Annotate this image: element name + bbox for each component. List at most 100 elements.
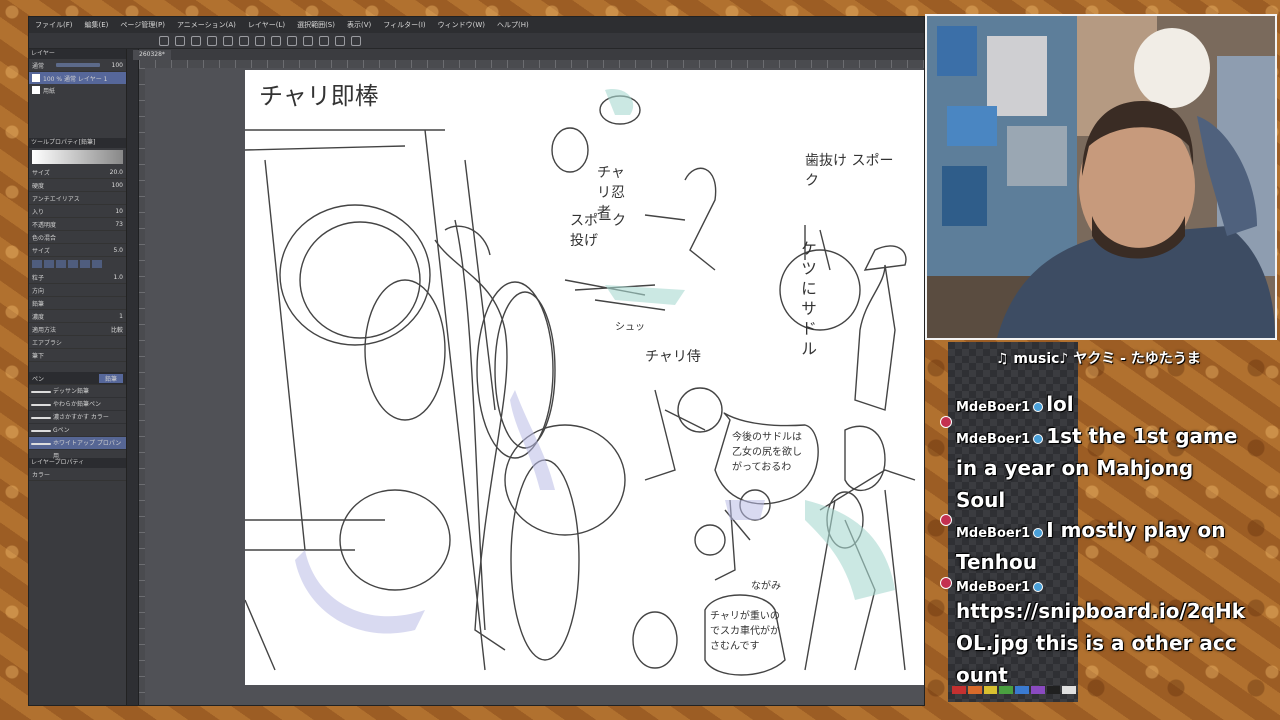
figure-body <box>434 239 508 651</box>
menu-help[interactable]: ヘルプ(H) <box>497 20 529 30</box>
fill-icon[interactable] <box>255 35 265 46</box>
invert-selection-icon[interactable] <box>319 35 329 46</box>
menu-file[interactable]: ファイル(F) <box>35 20 73 30</box>
prop-row[interactable]: 濃度 1 <box>29 310 126 323</box>
prop-row[interactable]: サイズ 5.0 <box>29 244 126 257</box>
transform-icon[interactable] <box>271 35 281 46</box>
palette-swatch[interactable] <box>967 686 982 694</box>
prop-row[interactable]: 色の混合 <box>29 231 126 244</box>
brush-item[interactable]: Gペン <box>29 424 126 437</box>
sketch-label: 歯抜け スポーク <box>805 153 894 189</box>
ruler-icon[interactable] <box>351 35 361 46</box>
clear-icon[interactable] <box>239 35 249 46</box>
prop-row[interactable]: 鉛筆 <box>29 297 126 310</box>
brush-item-selected[interactable]: ホワイトアップ プロパン用 <box>29 437 126 460</box>
prop-value: 比較 <box>110 326 123 334</box>
menu-edit[interactable]: 編集(E) <box>85 20 109 30</box>
menu-view[interactable]: 表示(V) <box>347 20 371 30</box>
layer-item-paper[interactable]: 用紙 <box>29 84 126 96</box>
drawing-canvas[interactable]: チャリ即棒 チャリ忍者 スポーク投げ 歯抜け スポーク ケツにサドル シュッ チ… <box>245 70 924 685</box>
save-icon[interactable] <box>191 35 201 46</box>
prop-row[interactable]: サイズ 20.0 <box>29 166 126 179</box>
palette-swatch[interactable] <box>1030 686 1045 694</box>
brush-item[interactable]: やわらか鉛筆ペン <box>29 398 126 411</box>
tab-pencil[interactable]: 鉛筆 <box>98 373 123 383</box>
prop-row[interactable]: 硬度 100 <box>29 179 126 192</box>
opacity-slider[interactable] <box>55 63 100 67</box>
chat-message: MdeBoer1 I mostly play on Tenhou <box>956 514 1246 578</box>
sketch-title: チャリ即棒 <box>259 82 379 110</box>
chat-avatar-icon <box>940 514 952 526</box>
prop-row[interactable]: エアブラシ <box>29 336 126 349</box>
palette-swatch[interactable] <box>999 686 1013 694</box>
palette-swatch[interactable] <box>1015 686 1029 694</box>
panel-collapse-strip[interactable] <box>127 49 139 705</box>
paint-app-window: ファイル(F) 編集(E) ページ管理(P) アニメーション(A) レイヤー(L… <box>28 16 925 706</box>
prop-value: 100 <box>111 181 123 189</box>
new-file-icon[interactable] <box>159 35 169 46</box>
swatch[interactable] <box>32 260 42 268</box>
menu-animation[interactable]: アニメーション(A) <box>177 20 236 30</box>
swatch[interactable] <box>68 260 78 268</box>
menu-selection[interactable]: 選択範囲(S) <box>297 20 335 30</box>
swatch[interactable] <box>56 260 66 268</box>
palette-swatch[interactable] <box>952 686 966 694</box>
prop-label: 鉛筆 <box>32 300 45 308</box>
menu-filter[interactable]: フィルター(I) <box>383 20 425 30</box>
figure-standing <box>854 264 896 411</box>
prop-row[interactable]: 入り 10 <box>29 205 126 218</box>
open-icon[interactable] <box>175 35 185 46</box>
prop-value: 20.0 <box>109 168 123 176</box>
deselect-icon[interactable] <box>287 35 297 46</box>
brush-item[interactable]: 濃さかすかす カラー <box>29 411 126 424</box>
redo-icon[interactable] <box>223 35 233 46</box>
menu-page[interactable]: ページ管理(P) <box>120 20 165 30</box>
color-panel-title: レイヤープロパティ <box>29 458 126 468</box>
command-bar <box>29 33 924 49</box>
speech-text: 今後のサドルは 乙女の尻を欲しがっておるわ <box>732 432 802 473</box>
webcam-feed <box>925 14 1277 340</box>
prop-row[interactable]: アンチエイリアス <box>29 192 126 205</box>
prop-row[interactable]: 方向 <box>29 284 126 297</box>
palette-swatch[interactable] <box>1046 686 1061 694</box>
menu-window[interactable]: ウィンドウ(W) <box>438 20 485 30</box>
palette-swatch[interactable] <box>983 686 998 694</box>
prop-label: サイズ <box>32 247 50 255</box>
prop-label: 入り <box>32 208 45 216</box>
subtool-tabs: ペン 鉛筆 <box>29 372 126 385</box>
shadow-fill <box>295 550 425 634</box>
bicycle-wheel <box>364 279 446 421</box>
tab-pen[interactable]: ペン <box>32 374 44 383</box>
prop-row[interactable]: 筆下 <box>29 349 126 362</box>
horizontal-ruler <box>139 60 924 68</box>
blend-mode-select[interactable]: 通常 <box>32 61 44 70</box>
ninja-head-sketch <box>551 127 589 173</box>
swatch[interactable] <box>80 260 90 268</box>
brush-preview <box>32 150 123 164</box>
layer-item-1[interactable]: 100 % 通常 レイヤー 1 <box>29 72 126 84</box>
density-swatches[interactable] <box>29 257 126 271</box>
prop-label: エアブラシ <box>32 339 62 347</box>
prop-value: 1 <box>119 312 123 320</box>
prop-row[interactable]: 粒子 1.0 <box>29 271 126 284</box>
prop-row[interactable]: 不透明度 73 <box>29 218 126 231</box>
undo-icon[interactable] <box>207 35 217 46</box>
swatch[interactable] <box>44 260 54 268</box>
chat-text: lol <box>1046 392 1074 416</box>
layer-thumbnail <box>32 86 40 94</box>
swatch[interactable] <box>92 260 102 268</box>
speech-text: チャリが重いのでスカ車代がかさむんです <box>710 611 780 652</box>
palette-swatch[interactable] <box>1062 686 1076 694</box>
snap-icon[interactable] <box>335 35 345 46</box>
shadow-fill <box>725 500 765 520</box>
menu-layer[interactable]: レイヤー(L) <box>248 20 285 30</box>
crop-icon[interactable] <box>303 35 313 46</box>
brush-item[interactable]: デッサン鉛筆 <box>29 385 126 398</box>
chat-message: MdeBoer1 lol <box>956 388 1074 420</box>
color-mode-select[interactable]: カラー <box>32 470 50 479</box>
small-wheel <box>694 524 726 556</box>
document-tab[interactable]: 260328* <box>133 50 171 60</box>
layer-thumbnail <box>32 74 40 82</box>
left-panel: レイヤー 通常 100 100 % 通常 レイヤー 1 用紙 ツールプロパティ[… <box>29 49 127 705</box>
prop-row[interactable]: 適用方法 比較 <box>29 323 126 336</box>
